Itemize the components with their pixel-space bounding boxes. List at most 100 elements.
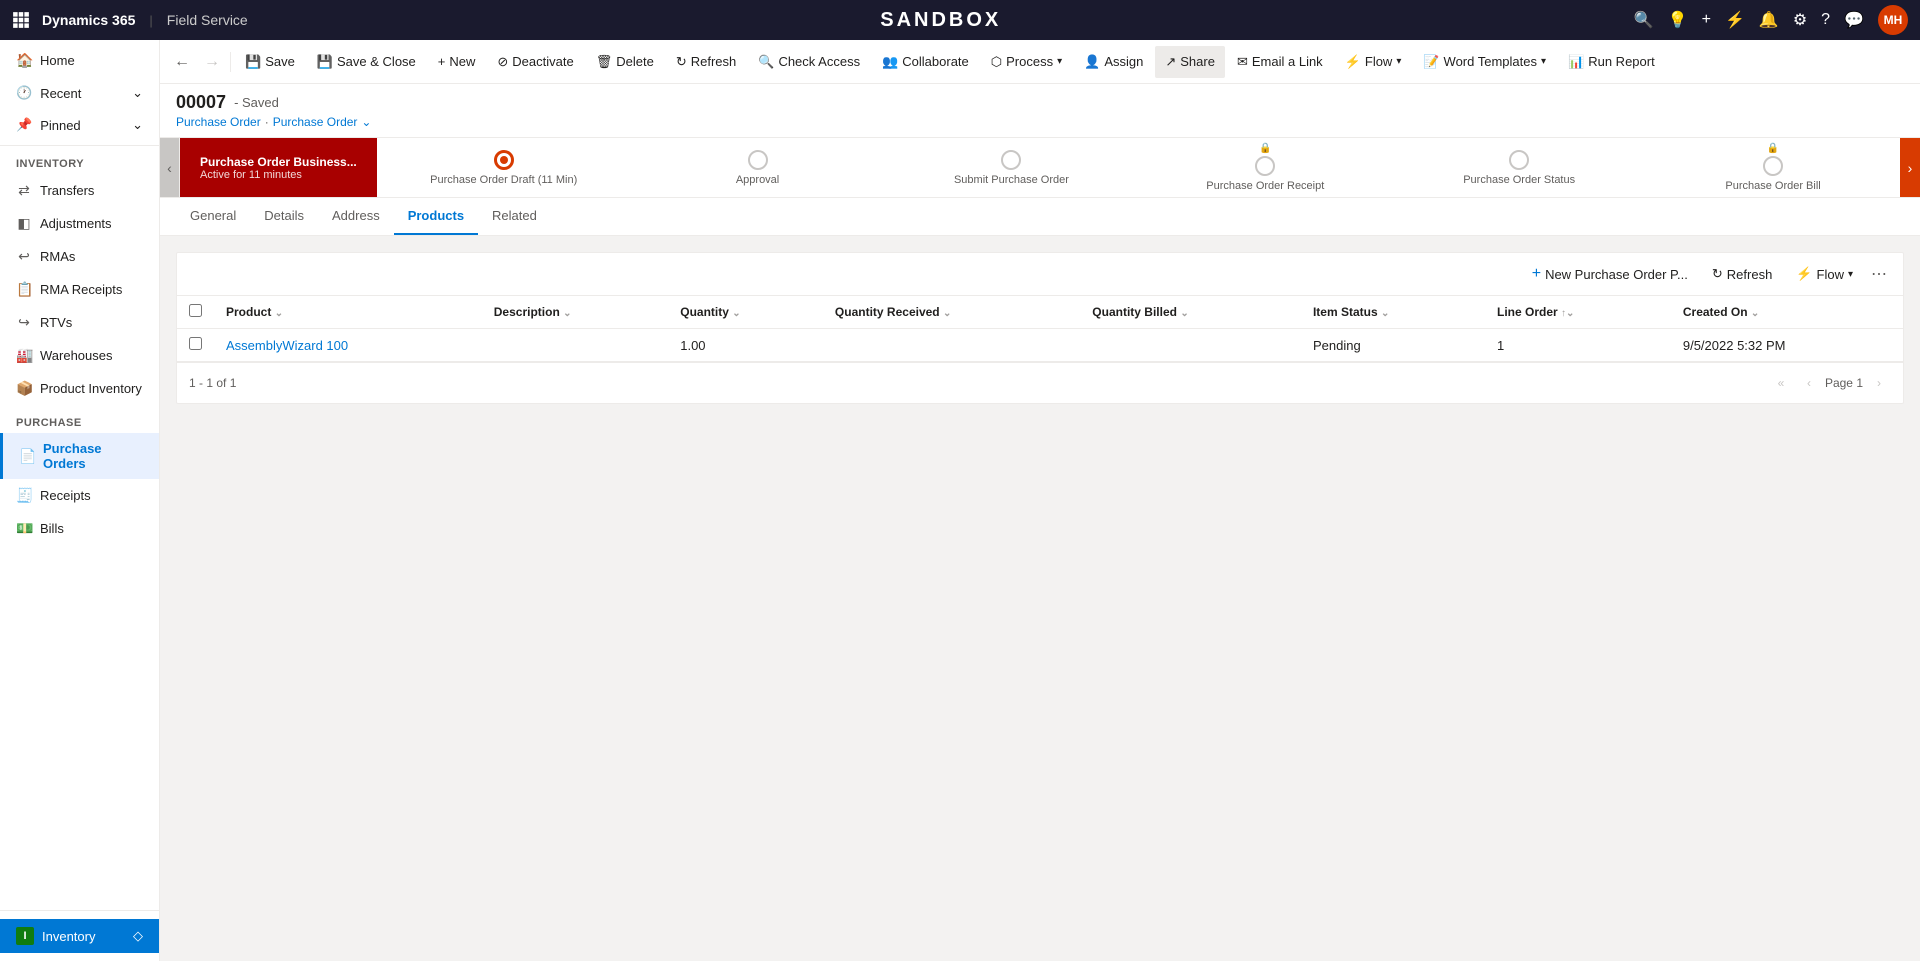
forward-button[interactable]: → (198, 48, 226, 76)
deactivate-icon: ⊘ (497, 54, 508, 70)
user-avatar[interactable]: MH (1878, 5, 1908, 35)
table-header: Product ⌄ Description ⌄ Quantity ⌄ (177, 296, 1903, 329)
subgrid-flow-icon: ⚡ (1796, 266, 1812, 282)
search-icon[interactable]: 🔍 (1634, 10, 1654, 30)
step-3-lock: 🔒 (1259, 143, 1271, 154)
subgrid-refresh-button[interactable]: ↻ Refresh (1702, 262, 1782, 286)
tab-address[interactable]: Address (318, 198, 394, 235)
sidebar-item-warehouses[interactable]: 🏭 Warehouses (0, 339, 159, 372)
waffle-menu[interactable] (12, 11, 30, 29)
products-subgrid: + New Purchase Order P... ↻ Refresh ⚡ Fl… (176, 252, 1904, 404)
col-item-status[interactable]: Item Status ⌄ (1301, 296, 1485, 329)
sidebar-item-bills[interactable]: 💵 Bills (0, 512, 159, 545)
subgrid-area: + New Purchase Order P... ↻ Refresh ⚡ Fl… (160, 236, 1920, 961)
gear-icon[interactable]: ⚙ (1793, 10, 1807, 30)
delete-button[interactable]: 🗑 Delete (586, 46, 664, 78)
new-purchase-order-product-button[interactable]: + New Purchase Order P... (1522, 261, 1698, 287)
process-step-4[interactable]: Purchase Order Status (1392, 150, 1646, 186)
process-step-1[interactable]: Approval (631, 150, 885, 186)
process-right-arrow[interactable]: › (1900, 138, 1920, 197)
col-created-on[interactable]: Created On ⌄ (1671, 296, 1903, 329)
refresh-button[interactable]: ↻ Refresh (666, 46, 746, 78)
process-left-arrow[interactable]: ‹ (160, 138, 180, 197)
inventory-section-header: Inventory (0, 146, 159, 174)
process-step-2[interactable]: Submit Purchase Order (884, 150, 1138, 186)
row-checkbox[interactable] (189, 337, 202, 350)
chat-icon[interactable]: 💬 (1844, 10, 1864, 30)
tab-details[interactable]: Details (250, 198, 318, 235)
item-status-sort-icon: ⌄ (1381, 308, 1389, 319)
select-all-checkbox[interactable] (189, 304, 202, 317)
col-quantity[interactable]: Quantity ⌄ (668, 296, 823, 329)
flow-button[interactable]: ⚡ Flow ▾ (1335, 46, 1412, 78)
next-page-button[interactable]: › (1867, 371, 1891, 395)
back-button[interactable]: ← (168, 48, 196, 76)
plus-icon[interactable]: + (1702, 11, 1711, 29)
subgrid-toolbar: + New Purchase Order P... ↻ Refresh ⚡ Fl… (177, 253, 1903, 296)
sidebar-item-transfers[interactable]: ⇄ Transfers (0, 174, 159, 207)
sidebar-item-recent[interactable]: 🕐 Recent ⌄ (0, 77, 159, 109)
col-description[interactable]: Description ⌄ (482, 296, 668, 329)
collaborate-button[interactable]: 👥 Collaborate (872, 46, 979, 78)
col-line-order[interactable]: Line Order ↑⌄ (1485, 296, 1671, 329)
run-report-button[interactable]: 📊 Run Report (1558, 46, 1665, 78)
word-templates-chevron: ▾ (1541, 56, 1546, 67)
col-quantity-billed[interactable]: Quantity Billed ⌄ (1080, 296, 1301, 329)
sidebar-item-home[interactable]: 🏠 Home (0, 44, 159, 77)
share-button[interactable]: ↗ Share (1155, 46, 1225, 78)
breadcrumb-chevron[interactable]: ⌄ (361, 115, 371, 129)
process-step-0[interactable]: Purchase Order Draft (11 Min) (377, 150, 631, 186)
sidebar-item-pinned[interactable]: 📌 Pinned ⌄ (0, 109, 159, 141)
sidebar-footer: I Inventory ◇ (0, 910, 159, 961)
active-step-subtitle: Active for 11 minutes (200, 169, 357, 181)
col-quantity-received[interactable]: Quantity Received ⌄ (823, 296, 1080, 329)
process-step-5[interactable]: 🔒 Purchase Order Bill (1646, 143, 1900, 192)
lightbulb-icon[interactable]: 💡 (1668, 10, 1688, 30)
tab-related[interactable]: Related (478, 198, 551, 235)
sidebar-item-purchase-orders[interactable]: 📄 Purchase Orders (0, 433, 159, 479)
email-link-button[interactable]: ✉ Email a Link (1227, 46, 1333, 78)
quantity-billed-cell (1080, 329, 1301, 362)
description-sort-icon: ⌄ (563, 308, 571, 319)
save-close-button[interactable]: 💾 Save & Close (307, 46, 426, 78)
rmas-icon: ↩ (16, 248, 32, 265)
filter-icon[interactable]: ⚡ (1725, 10, 1745, 30)
product-link[interactable]: AssemblyWizard 100 (226, 338, 348, 353)
sidebar-item-rmas[interactable]: ↩ RMAs (0, 240, 159, 273)
brand-label[interactable]: Dynamics 365 (42, 12, 135, 28)
select-all-checkbox-header[interactable] (177, 296, 214, 329)
step-1-label: Approval (736, 174, 779, 186)
process-button[interactable]: ⬡ Process ▾ (981, 46, 1072, 78)
row-checkbox-cell[interactable] (177, 329, 214, 362)
delete-icon: 🗑 (596, 54, 613, 70)
tab-products[interactable]: Products (394, 198, 478, 235)
purchase-section-header: Purchase (0, 405, 159, 433)
sidebar-footer-item[interactable]: I Inventory ◇ (0, 919, 159, 953)
col-product[interactable]: Product ⌄ (214, 296, 482, 329)
assign-button[interactable]: 👤 Assign (1074, 46, 1153, 78)
sidebar-item-receipts[interactable]: 🧾 Receipts (0, 479, 159, 512)
sidebar-item-rtvs[interactable]: ↪ RTVs (0, 306, 159, 339)
sidebar-item-rma-receipts[interactable]: 📋 RMA Receipts (0, 273, 159, 306)
new-button[interactable]: + New (428, 46, 486, 78)
subgrid-flow-button[interactable]: ⚡ Flow ▾ (1786, 262, 1863, 286)
sidebar-item-product-inventory[interactable]: 📦 Product Inventory (0, 372, 159, 405)
module-label[interactable]: Field Service (167, 12, 248, 28)
sidebar-item-adjustments[interactable]: ◧ Adjustments (0, 207, 159, 240)
breadcrumb-2[interactable]: Purchase Order (273, 115, 358, 129)
process-active-step[interactable]: Purchase Order Business... Active for 11… (180, 138, 377, 197)
tab-general[interactable]: General (176, 198, 250, 235)
prev-page-button[interactable]: ‹ (1797, 371, 1821, 395)
check-access-button[interactable]: 🔍 Check Access (748, 46, 870, 78)
process-step-3[interactable]: 🔒 Purchase Order Receipt (1138, 143, 1392, 192)
save-button[interactable]: 💾 Save (235, 46, 305, 78)
help-icon[interactable]: ? (1821, 11, 1830, 29)
word-templates-button[interactable]: 📝 Word Templates ▾ (1413, 46, 1556, 78)
deactivate-button[interactable]: ⊘ Deactivate (487, 46, 583, 78)
breadcrumb-1[interactable]: Purchase Order (176, 115, 261, 129)
subgrid-refresh-icon: ↻ (1712, 266, 1723, 282)
bell-icon[interactable]: 🔔 (1759, 10, 1779, 30)
subgrid-more-button[interactable]: ⋯ (1867, 262, 1891, 286)
first-page-button[interactable]: « (1769, 371, 1793, 395)
footer-icon: I (16, 927, 34, 945)
